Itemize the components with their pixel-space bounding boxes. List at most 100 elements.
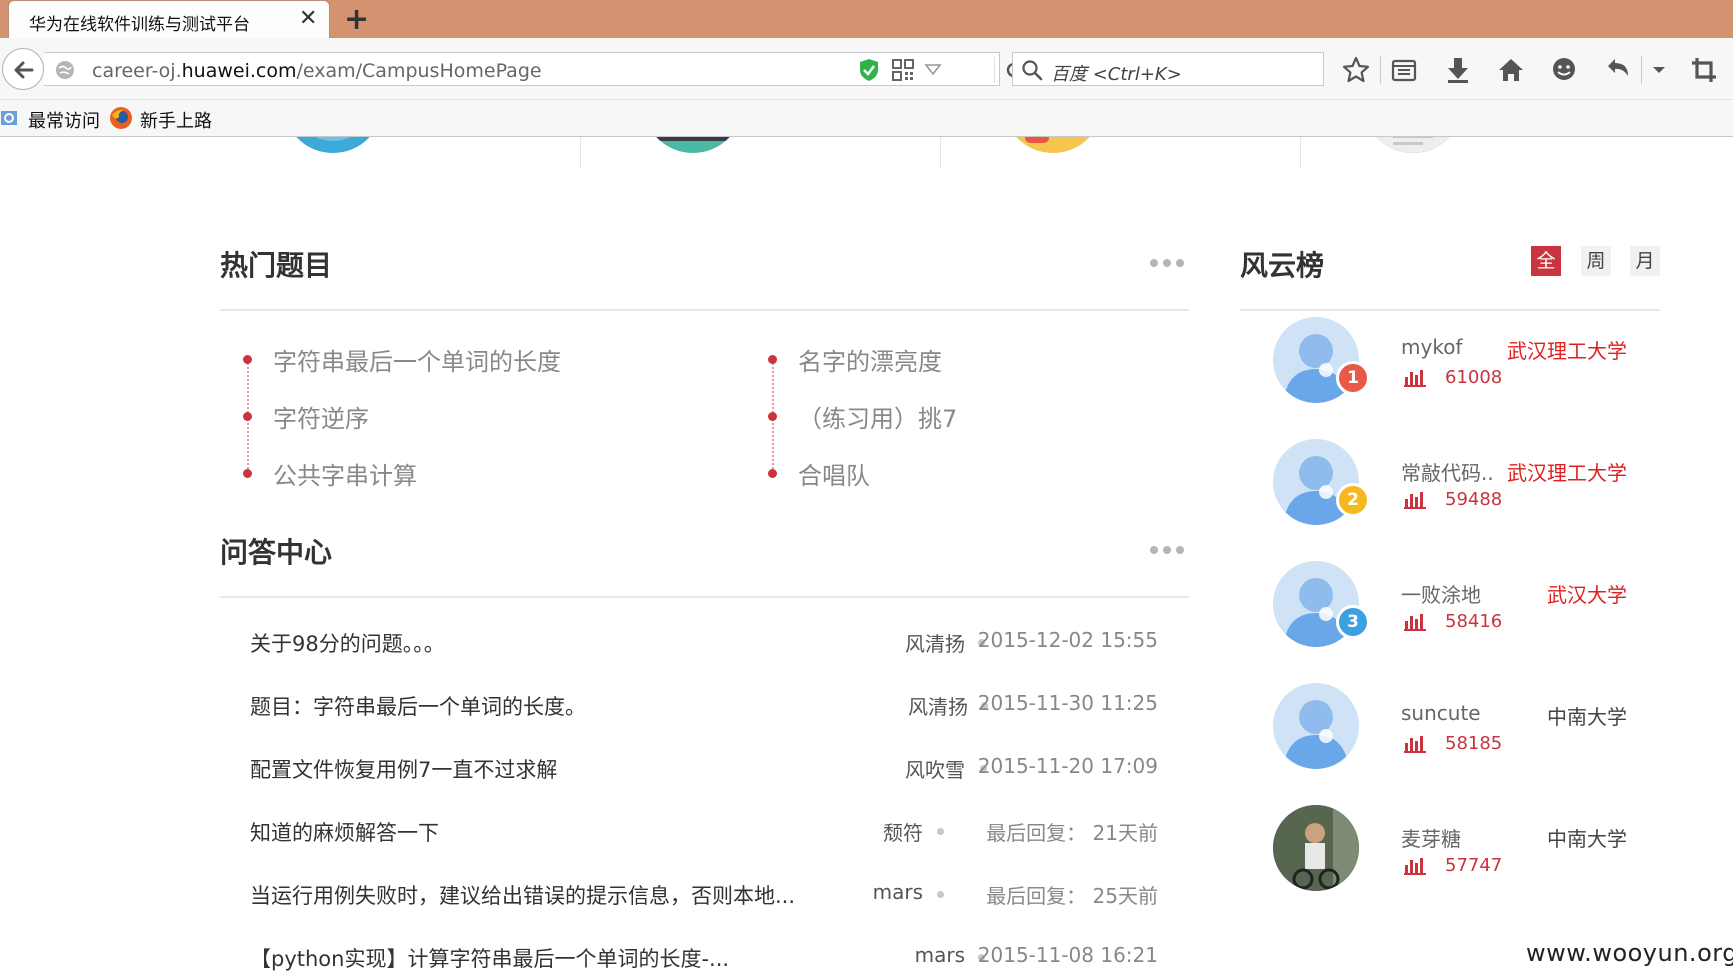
hero-chat-icon[interactable]: [1003, 137, 1103, 153]
qa-row-title[interactable]: 当运行用例失败时，建议给出错误的提示信息，否则本地...: [250, 880, 795, 910]
qa-row-time: 2015-12-02 15:55: [977, 628, 1158, 652]
qa-row-author[interactable]: mars: [915, 943, 965, 967]
hot-problem-link[interactable]: 字符串最后一个单词的长度: [273, 342, 561, 377]
hot-problem-link[interactable]: 公共字串计算: [273, 456, 417, 491]
hot-problems-title: 热门题目: [220, 249, 333, 282]
more-icon[interactable]: [1150, 259, 1184, 267]
shield-icon[interactable]: [858, 58, 880, 82]
reading-list-icon[interactable]: [1390, 56, 1418, 84]
qa-separator-dot: [937, 891, 944, 898]
qa-row-author[interactable]: 风清扬: [905, 628, 965, 657]
qa-row-time: 2015-11-30 11:25: [977, 691, 1158, 715]
undo-icon[interactable]: [1604, 56, 1632, 84]
user-avatar[interactable]: [1273, 805, 1359, 891]
back-arrow-icon: [14, 61, 34, 79]
rank-medal-icon: 3: [1336, 605, 1370, 639]
bullet-dot: [768, 469, 777, 478]
user-name[interactable]: mykof: [1401, 335, 1462, 359]
qa-row-title[interactable]: 题目：字符串最后一个单词的长度。: [250, 691, 586, 721]
qa-center-title: 问答中心: [220, 536, 333, 569]
user-name[interactable]: 常敲代码..: [1401, 457, 1494, 486]
toolbar-divider: [1641, 56, 1642, 84]
default-avatar-icon: [1273, 683, 1359, 769]
user-name[interactable]: suncute: [1401, 701, 1481, 725]
filter-week-button[interactable]: 周: [1581, 246, 1611, 276]
user-name[interactable]: 一败涂地: [1401, 579, 1481, 608]
chevron-down-icon[interactable]: [1645, 56, 1673, 84]
bullet-dot: [243, 469, 252, 478]
qa-row-author[interactable]: 风清扬: [908, 691, 968, 720]
toolbar-divider: [1380, 56, 1381, 84]
tab-bar: 华为在线软件训练与测试平台 ✕ +: [0, 0, 1733, 38]
more-icon[interactable]: [1150, 546, 1184, 554]
hot-problem-link[interactable]: （练习用）挑7: [798, 399, 957, 434]
bar-chart-icon: [1404, 736, 1426, 753]
hot-problem-link[interactable]: 合唱队: [798, 456, 870, 491]
home-icon[interactable]: [1497, 56, 1525, 84]
bookmark-folder-icon: [1, 111, 17, 125]
bookmark-getting-started[interactable]: 新手上路: [140, 107, 212, 133]
user-school: 中南大学: [1547, 705, 1627, 729]
bullet-dot: [243, 355, 252, 364]
qa-row-title[interactable]: 配置文件恢复用例7一直不过求解: [250, 754, 557, 784]
download-icon[interactable]: [1444, 56, 1472, 84]
new-tab-button[interactable]: +: [344, 2, 369, 37]
user-score: 61008: [1445, 367, 1503, 388]
hot-problem-link[interactable]: 名字的漂亮度: [798, 342, 942, 377]
hero-divider: [1300, 137, 1301, 169]
section-divider: [220, 596, 1189, 598]
user-name[interactable]: 麦芽糖: [1401, 823, 1461, 852]
user-score: 57747: [1445, 855, 1503, 876]
leaderboard-title: 风云榜: [1240, 249, 1325, 282]
star-icon[interactable]: [1342, 56, 1370, 84]
crop-icon[interactable]: [1690, 56, 1718, 84]
filter-month-button[interactable]: 月: [1630, 246, 1660, 276]
qa-row-time: 最后回复： 21天前: [986, 821, 1158, 845]
qa-row-title[interactable]: 知道的麻烦解答一下: [250, 817, 439, 847]
search-icon: [1022, 60, 1043, 81]
hero-document-icon[interactable]: [1363, 137, 1463, 153]
user-photo-icon: [1273, 805, 1359, 891]
bar-chart-icon: [1404, 614, 1426, 631]
chevron-down-icon[interactable]: [924, 61, 942, 77]
bar-chart-icon: [1404, 492, 1426, 509]
address-bar[interactable]: career-oj.huawei.com/exam/CampusHomePage: [44, 52, 1022, 86]
user-school: 武汉理工大学: [1507, 461, 1627, 485]
user-avatar[interactable]: [1273, 683, 1359, 769]
user-school: 武汉大学: [1547, 583, 1627, 607]
hero-practice-icon[interactable]: [283, 137, 383, 153]
user-score: 58185: [1445, 733, 1503, 754]
bookmarks-toolbar: 最常访问 新手上路: [0, 100, 1733, 137]
tab-title: 华为在线软件训练与测试平台: [29, 15, 250, 35]
bullet-dot: [768, 412, 777, 421]
back-button[interactable]: [2, 48, 44, 90]
rank-medal-icon: 1: [1336, 361, 1370, 395]
hero-divider: [940, 137, 941, 169]
qr-code-icon[interactable]: [892, 59, 914, 81]
url-text[interactable]: career-oj.huawei.com/exam/CampusHomePage: [92, 60, 542, 82]
qa-row-time: 2015-11-20 17:09: [977, 754, 1158, 778]
qa-row-author[interactable]: 风吹雪: [905, 754, 965, 783]
section-divider: [220, 309, 1189, 311]
qa-row-time: 2015-11-08 16:21: [977, 943, 1158, 967]
hot-problem-link[interactable]: 字符逆序: [273, 399, 369, 434]
hero-book-icon[interactable]: [643, 137, 743, 153]
search-placeholder: 百度 <Ctrl+K>: [1051, 64, 1182, 85]
bullet-dot: [768, 355, 777, 364]
qa-row-author[interactable]: 颓符: [883, 817, 923, 846]
qa-row-title[interactable]: 【python实现】计算字符串最后一个单词的长度-...: [250, 943, 729, 973]
user-school: 武汉理工大学: [1507, 339, 1627, 363]
watermark: www.wooyun.org: [1526, 939, 1733, 967]
qa-row-time: 最后回复： 25天前: [986, 884, 1158, 908]
active-tab[interactable]: 华为在线软件训练与测试平台 ✕: [8, 0, 330, 38]
smiley-icon[interactable]: [1550, 56, 1578, 84]
page-content: 热门题目 字符串最后一个单词的长度 字符逆序 公共字串计算 名字的漂亮度 （练习…: [0, 137, 1733, 979]
close-icon[interactable]: ✕: [299, 6, 317, 31]
search-box[interactable]: 百度 <Ctrl+K>: [1012, 52, 1324, 86]
bookmark-most-visited[interactable]: 最常访问: [28, 107, 100, 133]
filter-all-button[interactable]: 全: [1531, 246, 1561, 276]
qa-row-author[interactable]: mars: [873, 880, 923, 904]
navigation-toolbar: career-oj.huawei.com/exam/CampusHomePage: [0, 38, 1733, 100]
hero-divider: [580, 137, 581, 169]
qa-row-title[interactable]: 关于98分的问题。。。: [250, 628, 445, 658]
